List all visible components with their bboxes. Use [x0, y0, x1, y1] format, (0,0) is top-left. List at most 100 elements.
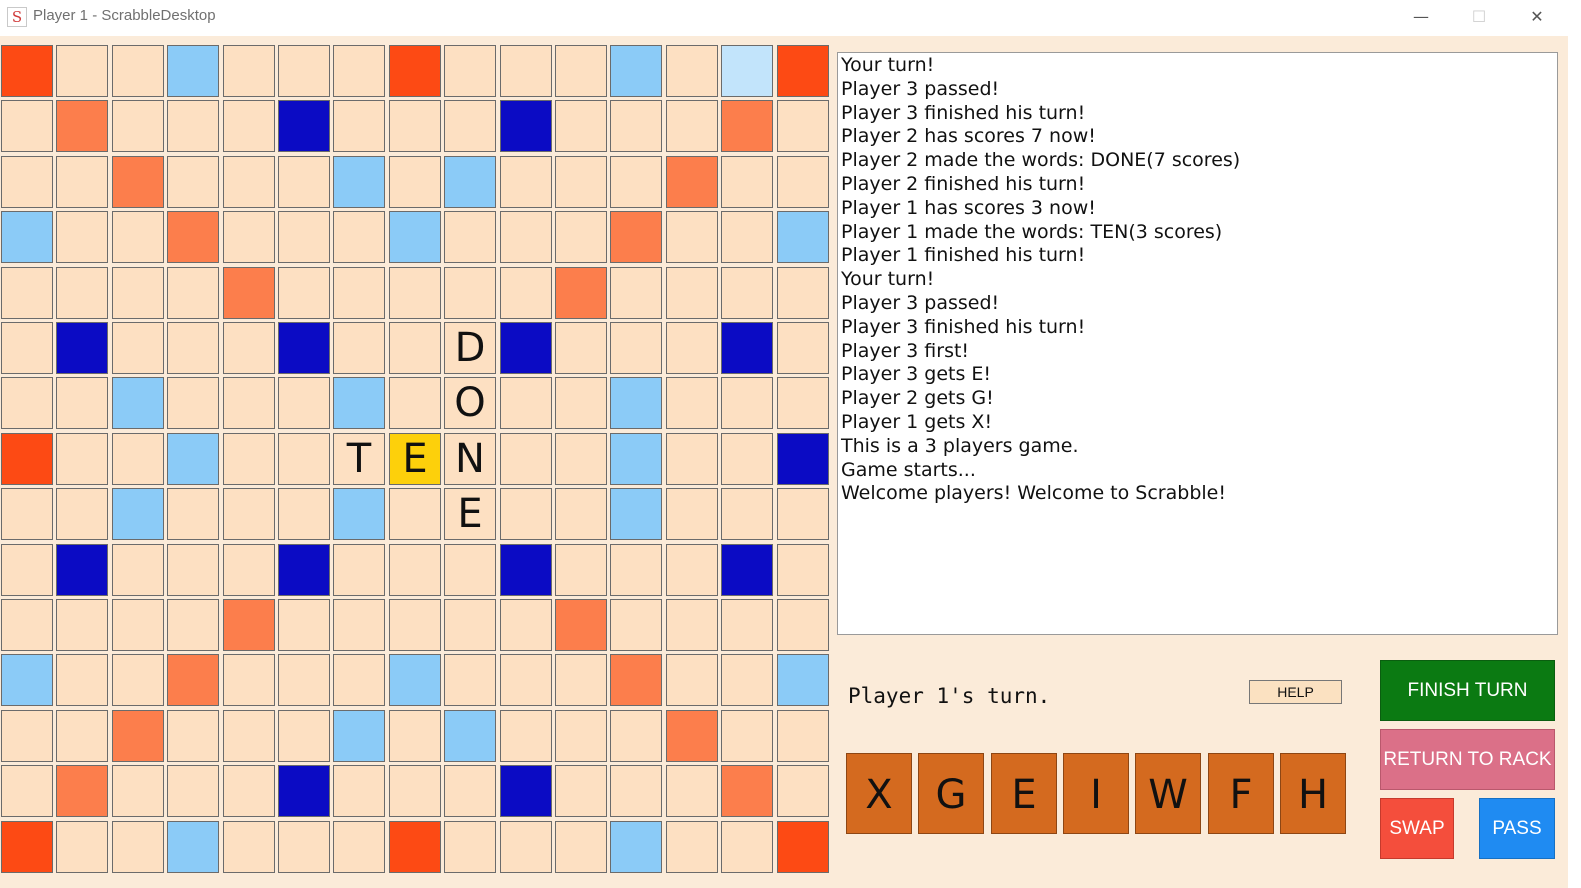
board-cell[interactable]: [112, 654, 164, 706]
board-cell[interactable]: [444, 211, 496, 263]
board-cell[interactable]: T: [333, 433, 385, 485]
board-cell[interactable]: [278, 211, 330, 263]
board-cell[interactable]: [610, 156, 662, 208]
board-cell[interactable]: [666, 322, 718, 374]
board-cell[interactable]: [444, 100, 496, 152]
board-cell[interactable]: [333, 821, 385, 873]
swap-button[interactable]: SWAP: [1380, 798, 1454, 859]
board-cell[interactable]: [721, 544, 773, 596]
board-cell[interactable]: [500, 654, 552, 706]
board-cell[interactable]: [333, 377, 385, 429]
board-cell[interactable]: [500, 322, 552, 374]
board-cell[interactable]: [721, 267, 773, 319]
board-cell[interactable]: [389, 654, 441, 706]
board-cell[interactable]: [167, 488, 219, 540]
rack-tile[interactable]: W: [1135, 753, 1201, 834]
board-cell[interactable]: [389, 599, 441, 651]
board-cell[interactable]: [333, 211, 385, 263]
board-cell[interactable]: [555, 654, 607, 706]
board-cell[interactable]: [610, 544, 662, 596]
board-cell[interactable]: [500, 544, 552, 596]
board-cell[interactable]: [500, 100, 552, 152]
board-cell[interactable]: [777, 211, 829, 263]
board-cell[interactable]: [721, 821, 773, 873]
board-cell[interactable]: [666, 488, 718, 540]
board-cell[interactable]: [500, 488, 552, 540]
board-cell[interactable]: [389, 267, 441, 319]
rack-tile[interactable]: X: [846, 753, 912, 834]
board-cell[interactable]: [56, 433, 108, 485]
board-cell[interactable]: [167, 100, 219, 152]
board-cell[interactable]: [223, 45, 275, 97]
board-cell[interactable]: [777, 322, 829, 374]
board-cell[interactable]: [666, 377, 718, 429]
board-cell[interactable]: [666, 267, 718, 319]
board-cell[interactable]: [610, 45, 662, 97]
board-cell[interactable]: [112, 765, 164, 817]
board-cell[interactable]: [555, 710, 607, 762]
board-cell[interactable]: [56, 821, 108, 873]
board-cell[interactable]: [444, 599, 496, 651]
board-cell[interactable]: [500, 45, 552, 97]
board-cell[interactable]: [555, 433, 607, 485]
board-cell[interactable]: [555, 45, 607, 97]
minimize-button[interactable]: —: [1392, 0, 1450, 34]
board-cell[interactable]: [223, 267, 275, 319]
board-cell[interactable]: [56, 377, 108, 429]
board-cell[interactable]: [333, 100, 385, 152]
board-cell[interactable]: [777, 654, 829, 706]
rack-tile[interactable]: I: [1063, 753, 1129, 834]
board-cell[interactable]: N: [444, 433, 496, 485]
board-cell[interactable]: [610, 433, 662, 485]
board-cell[interactable]: [389, 488, 441, 540]
board-cell[interactable]: [56, 211, 108, 263]
board-cell[interactable]: [444, 710, 496, 762]
board-cell[interactable]: [56, 765, 108, 817]
board-cell[interactable]: [444, 765, 496, 817]
board-cell[interactable]: [278, 599, 330, 651]
board-cell[interactable]: [223, 156, 275, 208]
board-cell[interactable]: [610, 821, 662, 873]
board-cell[interactable]: [666, 599, 718, 651]
board-cell[interactable]: [112, 322, 164, 374]
board-cell[interactable]: [167, 654, 219, 706]
board-cell[interactable]: [777, 544, 829, 596]
board-cell[interactable]: [333, 544, 385, 596]
board-cell[interactable]: [112, 211, 164, 263]
board-cell[interactable]: [721, 488, 773, 540]
board-cell[interactable]: [56, 156, 108, 208]
board-cell[interactable]: [112, 45, 164, 97]
board-cell[interactable]: [1, 654, 53, 706]
board-cell[interactable]: [56, 544, 108, 596]
board-cell[interactable]: [666, 544, 718, 596]
board-cell[interactable]: [389, 322, 441, 374]
board-cell[interactable]: [721, 211, 773, 263]
board-cell[interactable]: [1, 599, 53, 651]
board-cell[interactable]: [223, 544, 275, 596]
board-cell[interactable]: [278, 267, 330, 319]
board-cell[interactable]: [333, 322, 385, 374]
board-cell[interactable]: [721, 45, 773, 97]
board-cell[interactable]: [389, 544, 441, 596]
board-cell[interactable]: [389, 156, 441, 208]
board-cell[interactable]: [223, 488, 275, 540]
board-cell[interactable]: [167, 211, 219, 263]
board-cell[interactable]: [1, 544, 53, 596]
board-cell[interactable]: [56, 100, 108, 152]
board-cell[interactable]: [777, 488, 829, 540]
board-cell[interactable]: [555, 821, 607, 873]
board-cell[interactable]: [278, 710, 330, 762]
board-cell[interactable]: [333, 710, 385, 762]
board-cell[interactable]: [56, 599, 108, 651]
board-cell[interactable]: [500, 433, 552, 485]
pass-button[interactable]: PASS: [1479, 798, 1555, 859]
board-cell[interactable]: [223, 322, 275, 374]
board-cell[interactable]: [1, 322, 53, 374]
board-cell[interactable]: [167, 710, 219, 762]
board-cell[interactable]: [167, 765, 219, 817]
board-cell[interactable]: [223, 211, 275, 263]
board-cell[interactable]: [777, 156, 829, 208]
board-cell[interactable]: [777, 765, 829, 817]
board-cell[interactable]: [112, 710, 164, 762]
board-cell[interactable]: [721, 765, 773, 817]
